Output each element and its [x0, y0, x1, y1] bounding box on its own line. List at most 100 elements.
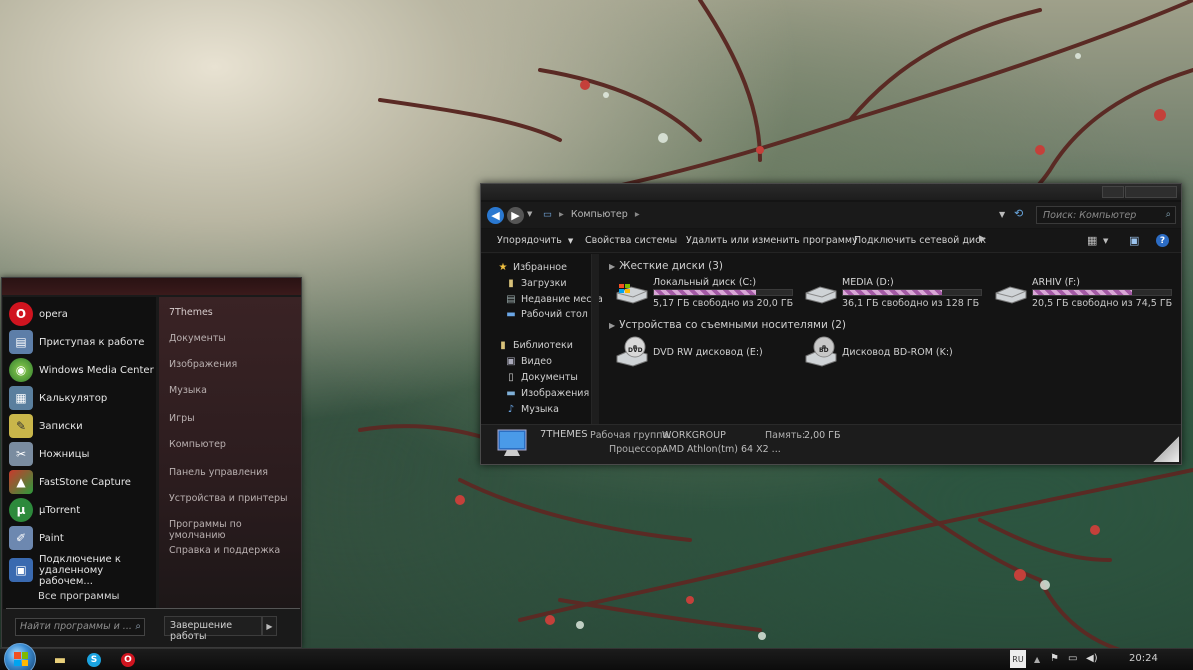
drive-c[interactable]: Локальный диск (C:) 5,17 ГБ свободно из …	[615, 277, 805, 311]
place-music[interactable]: Музыка	[169, 385, 207, 396]
close-button[interactable]	[1125, 186, 1177, 198]
view-dropdown-icon[interactable]: ▼	[1103, 237, 1108, 245]
cpu-value: AMD Athlon(tm) 64 X2 ...	[662, 444, 781, 455]
drive-bd-k[interactable]: BD Дисковод BD-ROM (K:)	[804, 336, 994, 370]
drive-name: ARHIV (F:)	[1032, 277, 1080, 288]
drive-usage-fill	[1033, 290, 1133, 295]
network-icon[interactable]: ▭	[1068, 653, 1077, 664]
place-devices-printers[interactable]: Устройства и принтеры	[169, 493, 288, 504]
place-control-panel[interactable]: Панель управления	[169, 467, 268, 478]
removable-header-label: Устройства со съемными носителями (2)	[619, 319, 846, 331]
libraries-icon: ▮	[500, 340, 506, 351]
system-drive-icon	[616, 284, 648, 304]
nav-favorites[interactable]: ★ Избранное	[497, 262, 567, 273]
arrow-right-icon: ▶	[511, 209, 520, 222]
refresh-icon[interactable]: ⟲	[1014, 207, 1023, 220]
back-button[interactable]: ◀	[487, 207, 504, 224]
start-menu-places: 7Themes Документы Изображения Музыка Игр…	[159, 297, 301, 609]
computer-name: 7THEMES	[540, 429, 588, 440]
language-indicator[interactable]: RU	[1010, 650, 1026, 668]
pinned-item-label: Windows Media Center	[39, 364, 154, 376]
window-titlebar[interactable]	[481, 184, 1181, 200]
pinned-item-sticky-notes[interactable]: ✎ Записки	[9, 413, 155, 439]
place-default-programs[interactable]: Программы по умолчанию	[169, 519, 301, 541]
drive-f[interactable]: ARHIV (F:) 20,5 ГБ свободно из 74,5 ГБ	[994, 277, 1184, 311]
dvd-badge: DVD	[628, 347, 643, 354]
nav-music[interactable]: ♪ Музыка	[505, 404, 559, 415]
pinned-item-getting-started[interactable]: ▤ Приступая к работе	[9, 329, 155, 355]
calculator-icon: ▦	[9, 386, 33, 410]
hard-drives-group-header[interactable]: ▶ Жесткие диски (3)	[609, 260, 723, 272]
history-dropdown-icon[interactable]: ▼	[527, 210, 532, 218]
preview-pane-icon[interactable]: ▣	[1129, 234, 1139, 247]
pinned-item-utorrent[interactable]: µ µTorrent	[9, 497, 155, 523]
breadcrumb-computer[interactable]: Компьютер	[571, 209, 628, 220]
map-network-drive-button[interactable]: Подключить сетевой диск	[854, 235, 986, 246]
clock[interactable]: 20:24	[1129, 653, 1158, 664]
organize-button[interactable]: Упорядочить ▼	[497, 235, 573, 246]
bd-drive-icon: BD	[805, 336, 837, 367]
start-button[interactable]	[4, 643, 36, 670]
pinned-item-media-center[interactable]: ◉ Windows Media Center	[9, 357, 155, 383]
resize-grip-icon[interactable]	[1153, 436, 1179, 462]
computer-icon	[497, 429, 527, 456]
more-commands-icon[interactable]: ▶	[979, 234, 986, 244]
taskbar-skype[interactable]: S	[81, 651, 107, 669]
taskbar-explorer[interactable]: ▬	[47, 651, 73, 669]
view-options-icon[interactable]: ▦	[1087, 234, 1097, 247]
removable-group-header[interactable]: ▶ Устройства со съемными носителями (2)	[609, 319, 846, 331]
pinned-item-opera[interactable]: O opera	[9, 301, 155, 327]
drive-dvd-e[interactable]: DVD DVD RW дисковод (E:)	[615, 336, 805, 370]
all-programs-button[interactable]: Все программы	[38, 591, 119, 602]
nav-downloads[interactable]: ▮ Загрузки	[505, 278, 566, 289]
pinned-item-calculator[interactable]: ▦ Калькулятор	[9, 385, 155, 411]
nav-video[interactable]: ▣ Видео	[505, 356, 552, 367]
nav-libraries-label: Библиотеки	[513, 340, 573, 351]
action-center-flag-icon[interactable]: ⚑	[1050, 653, 1059, 664]
explorer-search-input[interactable]: Поиск: Компьютер ⌕	[1036, 206, 1176, 224]
volume-icon[interactable]: ◀)	[1086, 653, 1098, 664]
place-documents[interactable]: Документы	[169, 333, 226, 344]
uninstall-program-button[interactable]: Удалить или изменить программу	[686, 235, 858, 246]
forward-button[interactable]: ▶	[507, 207, 524, 224]
address-dropdown-icon[interactable]: ▼	[999, 210, 1005, 219]
system-properties-button[interactable]: Свойства системы	[585, 235, 677, 246]
shutdown-button[interactable]: Завершение работы	[164, 616, 262, 642]
navigation-scrollbar[interactable]	[591, 254, 599, 424]
taskbar-opera[interactable]: O	[115, 651, 141, 669]
arrow-left-icon: ◀	[491, 209, 500, 222]
hard-drives-header-label: Жесткие диски (3)	[619, 260, 724, 272]
place-user-folder[interactable]: 7Themes	[169, 307, 213, 318]
start-search-input[interactable]: Найти программы и ... ⌕	[15, 618, 145, 636]
snipping-tool-icon: ✂	[9, 442, 33, 466]
nav-documents[interactable]: ▯ Документы	[505, 372, 578, 383]
help-icon[interactable]: ?	[1156, 234, 1169, 247]
address-field[interactable]: ▭ ▸ Компьютер ▸	[538, 206, 1028, 224]
pinned-item-label: Приступая к работе	[39, 336, 145, 348]
nav-recent-places[interactable]: ▤ Недавние места	[505, 294, 603, 305]
drive-d[interactable]: MEDIA (D:) 36,1 ГБ свободно из 128 ГБ	[804, 277, 994, 311]
place-games[interactable]: Игры	[169, 413, 195, 424]
nav-favorites-label: Избранное	[513, 262, 567, 273]
pinned-item-snipping-tool[interactable]: ✂ Ножницы	[9, 441, 155, 467]
windows-logo-icon	[14, 652, 28, 666]
show-hidden-icons-icon[interactable]: ▲	[1034, 655, 1040, 664]
place-computer[interactable]: Компьютер	[169, 439, 226, 450]
shutdown-options-arrow[interactable]: ▶	[262, 616, 277, 636]
memory-label: Память:	[765, 430, 806, 441]
minimize-button[interactable]	[1102, 186, 1124, 198]
start-menu: O opera ▤ Приступая к работе ◉ Windows M…	[1, 277, 302, 648]
pinned-item-paint[interactable]: ✐ Paint	[9, 525, 155, 551]
nav-pictures[interactable]: ▬ Изображения	[505, 388, 589, 399]
documents-icon: ▯	[508, 372, 514, 383]
pinned-programs-list: O opera ▤ Приступая к работе ◉ Windows M…	[3, 297, 156, 609]
nav-desktop[interactable]: ▬ Рабочий стол	[505, 309, 588, 320]
breadcrumb-arrow-icon[interactable]: ▸	[635, 209, 640, 220]
place-pictures[interactable]: Изображения	[169, 359, 237, 370]
nav-libraries[interactable]: ▮ Библиотеки	[497, 340, 573, 351]
nav-desktop-label: Рабочий стол	[521, 309, 588, 320]
pinned-item-label: µTorrent	[39, 504, 81, 516]
pinned-item-remote-desktop[interactable]: ▣ Подключение к удаленному рабочем...	[9, 554, 155, 587]
pinned-item-faststone[interactable]: ▲ FastStone Capture	[9, 469, 155, 495]
place-help-support[interactable]: Справка и поддержка	[169, 545, 280, 556]
